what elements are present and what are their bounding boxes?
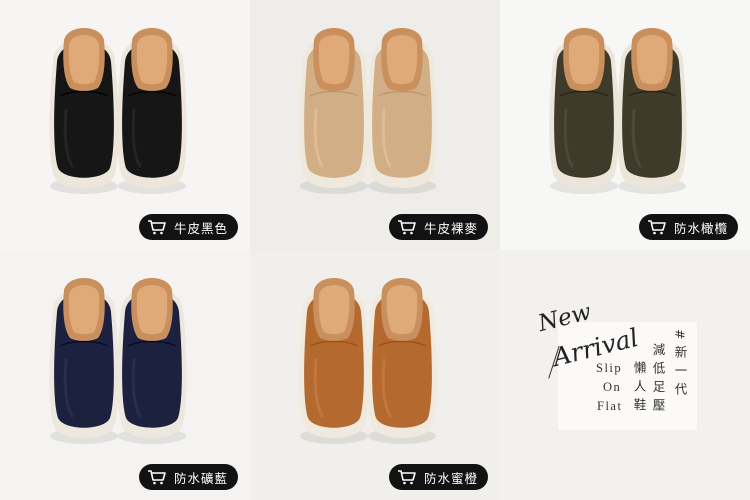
shoe — [49, 278, 119, 444]
shoe — [299, 28, 369, 194]
product-badge-button[interactable]: 防水橄欖 — [638, 214, 738, 240]
shopping-cart-icon — [397, 469, 417, 485]
shoe-pair-image — [549, 28, 687, 194]
product-badge-button[interactable]: 牛皮裸麥 — [388, 214, 488, 240]
product-badge-label: 防水蜜橙 — [423, 470, 478, 486]
product-tile[interactable]: 牛皮黑色 — [0, 0, 250, 250]
shoe — [549, 28, 619, 194]
product-badge-label: 牛皮黑色 — [173, 220, 228, 236]
shoe-pair-image — [299, 28, 437, 194]
shoe — [49, 28, 119, 194]
shoe — [367, 28, 437, 194]
promo-english-line: Slip — [596, 361, 623, 375]
promo-vertical-text: #新一代 — [672, 329, 688, 401]
product-badge-button[interactable]: 牛皮黑色 — [138, 214, 238, 240]
promo-vertical-text: 懶人鞋 — [631, 361, 647, 417]
shoe-pair-image — [299, 278, 437, 444]
product-badge-label: 防水礦藍 — [173, 470, 228, 486]
product-tile[interactable]: 防水蜜橙 — [250, 250, 500, 500]
shoe — [367, 278, 437, 444]
product-badge-button[interactable]: 防水礦藍 — [138, 464, 238, 490]
promo-vertical-text: 減低足壓 — [650, 343, 666, 417]
shoe — [117, 278, 187, 444]
shoe — [299, 278, 369, 444]
shopping-cart-icon — [147, 469, 167, 485]
promo-english-line: Flat — [597, 399, 623, 413]
shopping-cart-icon — [397, 219, 417, 235]
shoe — [117, 28, 187, 194]
shoe-pair-image — [49, 278, 187, 444]
product-badge-button[interactable]: 防水蜜橙 — [388, 464, 488, 490]
product-tile[interactable]: 牛皮裸麥 — [250, 0, 500, 250]
promo-english-line: On — [603, 380, 622, 394]
shopping-cart-icon — [147, 219, 167, 235]
product-badge-label: 牛皮裸麥 — [423, 220, 478, 236]
product-badge-label: 防水橄欖 — [673, 220, 728, 236]
shoe-pair-image — [49, 28, 187, 194]
product-tile[interactable]: 防水礦藍 — [0, 250, 250, 500]
shoe — [617, 28, 687, 194]
product-tile[interactable]: 防水橄欖 — [500, 0, 750, 250]
shopping-cart-icon — [647, 219, 667, 235]
